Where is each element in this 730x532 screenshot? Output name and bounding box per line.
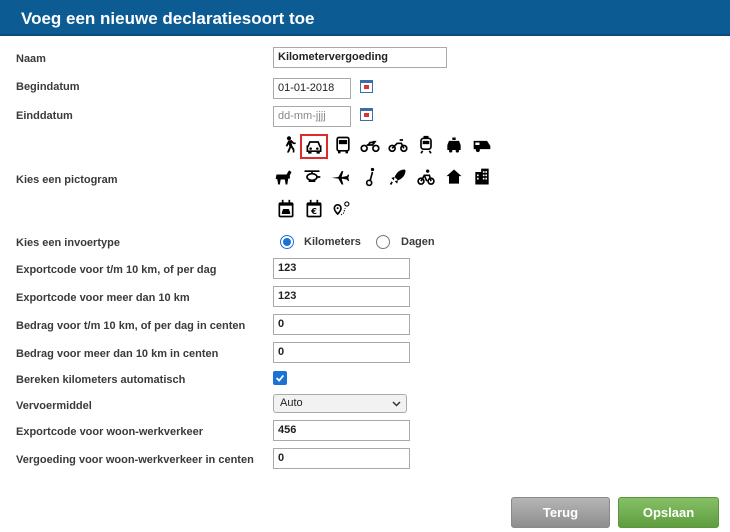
exportcode-meer-label: Exportcode voor meer dan 10 km <box>16 292 190 304</box>
bedrag-10km-label: Bedrag voor t/m 10 km, of per dag in cen… <box>16 320 246 332</box>
begindatum-calendar-icon[interactable] <box>360 80 373 93</box>
save-button[interactable]: Opslaan <box>618 497 719 528</box>
einddatum-label: Einddatum <box>16 110 73 122</box>
walking-person-icon[interactable] <box>277 134 301 156</box>
begindatum-input[interactable]: 01-01-2018 <box>273 78 351 99</box>
scooter-icon[interactable] <box>386 134 410 156</box>
chevron-down-icon <box>392 401 401 407</box>
automatisch-label: Bereken kilometers automatisch <box>16 374 186 386</box>
camper-icon[interactable] <box>470 134 494 156</box>
airplane-icon[interactable] <box>328 166 352 188</box>
horse-icon[interactable] <box>272 166 296 188</box>
radio-dagen-label: Dagen <box>401 236 435 248</box>
radio-kilometers-label: Kilometers <box>304 236 361 248</box>
office-building-icon[interactable] <box>470 166 494 188</box>
calendar-euro-icon[interactable]: € <box>302 197 326 221</box>
naam-label: Naam <box>16 53 46 65</box>
dialog-title: Voeg een nieuwe declaratiesoort toe <box>0 0 730 36</box>
segway-icon[interactable] <box>358 166 382 188</box>
bedrag-meer-label: Bedrag voor meer dan 10 km in centen <box>16 348 219 360</box>
vergoeding-ww-input[interactable]: 0 <box>273 448 410 469</box>
vergoeding-ww-label: Vergoeding voor woon-werkverkeer in cent… <box>16 454 254 466</box>
car-icon[interactable] <box>300 134 328 159</box>
vervoermiddel-label: Vervoermiddel <box>16 400 92 412</box>
bedrag-meer-input[interactable]: 0 <box>273 342 410 363</box>
taxi-icon[interactable] <box>442 134 466 156</box>
vervoermiddel-value: Auto <box>280 397 303 409</box>
invoertype-label: Kies een invoertype <box>16 237 120 249</box>
calendar-car-icon[interactable] <box>274 197 298 221</box>
radio-kilometers[interactable] <box>280 235 294 249</box>
automatisch-checkbox[interactable] <box>273 371 287 385</box>
bicycle-icon[interactable] <box>414 166 438 188</box>
exportcode-10km-label: Exportcode voor t/m 10 km, of per dag <box>16 264 217 276</box>
naam-input[interactable]: Kilometervergoeding <box>273 47 447 68</box>
helicopter-icon[interactable] <box>300 166 324 188</box>
exportcode-ww-label: Exportcode voor woon-werkverkeer <box>16 426 204 438</box>
einddatum-input[interactable]: dd-mm-jjjj <box>273 106 351 127</box>
motorcycle-icon[interactable] <box>358 134 382 156</box>
einddatum-calendar-icon[interactable] <box>360 108 373 121</box>
bedrag-10km-input[interactable]: 0 <box>273 314 410 335</box>
house-icon[interactable] <box>442 166 466 188</box>
exportcode-meer-input[interactable]: 123 <box>273 286 410 307</box>
back-button[interactable]: Terug <box>511 497 610 528</box>
pictogram-label: Kies een pictogram <box>16 174 118 186</box>
route-pin-icon[interactable] <box>329 197 353 221</box>
exportcode-ww-input[interactable]: 456 <box>273 420 410 441</box>
begindatum-label: Begindatum <box>16 81 80 93</box>
vervoermiddel-select[interactable]: Auto <box>273 394 407 413</box>
exportcode-10km-input[interactable]: 123 <box>273 258 410 279</box>
rocket-icon[interactable] <box>386 166 410 188</box>
radio-dagen[interactable] <box>376 235 390 249</box>
train-icon[interactable] <box>414 134 438 156</box>
checkmark-icon <box>275 374 285 382</box>
svg-text:€: € <box>310 206 317 216</box>
bus-icon[interactable] <box>331 134 355 156</box>
